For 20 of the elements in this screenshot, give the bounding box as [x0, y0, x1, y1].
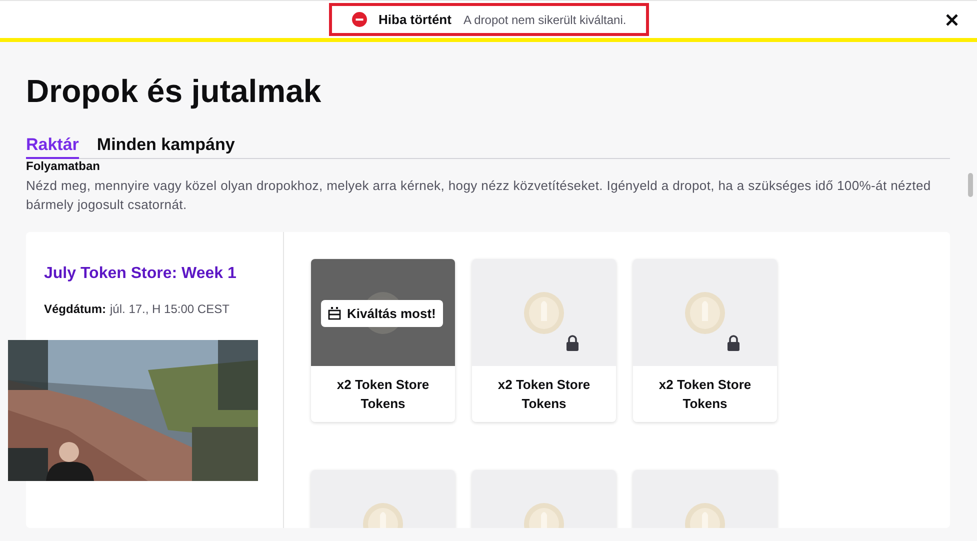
close-button[interactable] — [945, 12, 961, 28]
alert-message: A dropot nem sikerült kiváltani. — [463, 12, 626, 28]
alert-title: Hiba történt — [378, 10, 452, 29]
description: Nézd meg, mennyire vagy közel olyan dropokhoz, melyek arra kérnek, hogy nézz közvetítéseket. Igényeld a dropot, ha a szükséges idő 100%-át nézted bármely jogosult csatornát. — [26, 177, 932, 214]
error-icon — [352, 12, 366, 27]
reward-name: x2 Token Store Tokens — [658, 376, 752, 413]
chest-icon — [328, 307, 341, 320]
reward-name: x2 Token Store Tokens — [496, 376, 592, 413]
tab[interactable]: Raktár — [26, 133, 79, 159]
end-date-value: júl. 17., H 15:00 CEST — [110, 301, 230, 318]
section-heading: Folyamatban — [26, 160, 102, 172]
token-icon — [682, 290, 728, 336]
scrollbar-thumb[interactable] — [968, 173, 973, 197]
end-date-label: Végdátum: — [44, 301, 106, 318]
tab[interactable]: Minden kampány — [96, 133, 235, 159]
token-icon — [521, 290, 567, 336]
campaign-title[interactable]: July Token Store: Week 1 — [44, 262, 283, 286]
reward-name: x2 Token Store Tokens — [336, 376, 430, 413]
page-title: Dropok és jutalmak — [26, 72, 322, 111]
claim-button[interactable]: Kiváltás most! — [321, 300, 443, 327]
